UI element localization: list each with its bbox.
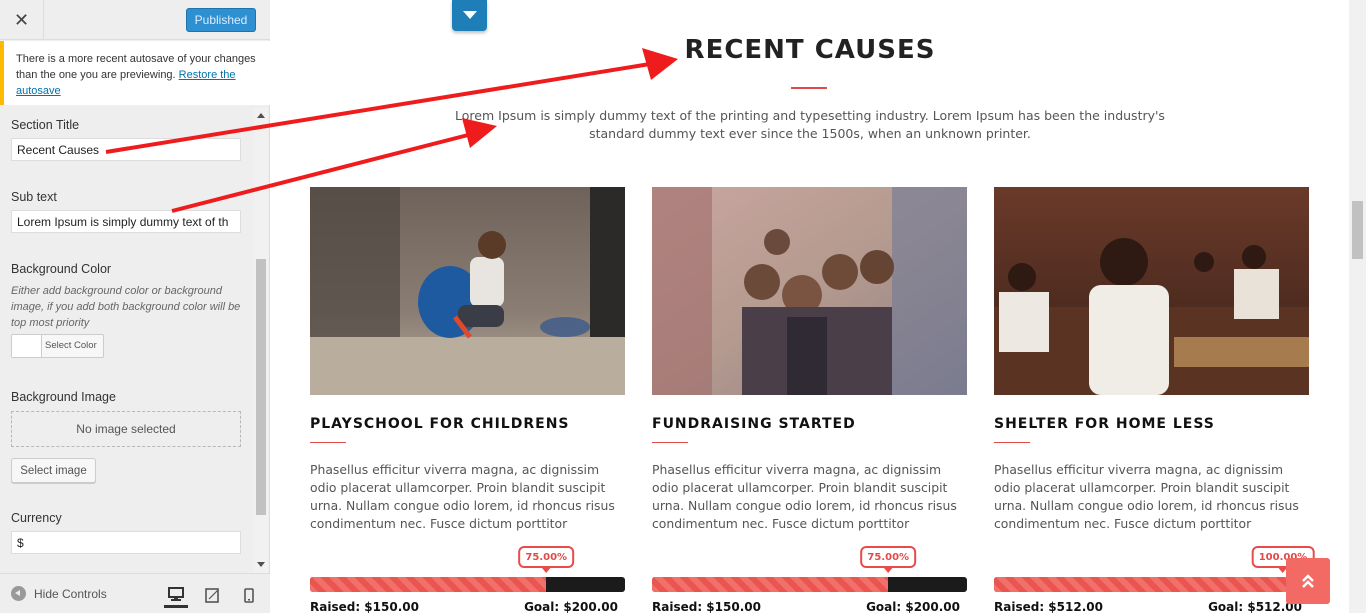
hide-controls-label: Hide Controls — [34, 586, 107, 601]
sidebar-footer: Hide Controls — [0, 573, 270, 613]
progress-bar-fill — [310, 577, 547, 592]
progress-percent-badge: 75.00% — [518, 546, 575, 573]
title-divider — [791, 87, 827, 89]
section-title: RECENT CAUSES — [684, 35, 936, 65]
hide-controls-button[interactable]: Hide Controls — [11, 586, 107, 601]
goal-amount: Goal: $200.00 — [524, 600, 618, 613]
group-of-children-photo — [652, 187, 967, 395]
desktop-icon — [168, 586, 184, 601]
cause-title[interactable]: PLAYSCHOOL FOR CHILDRENS — [310, 416, 570, 432]
goal-amount: Goal: $200.00 — [866, 600, 960, 613]
scroll-to-top-button[interactable] — [1286, 558, 1330, 604]
publish-button[interactable]: Published — [186, 8, 256, 32]
section-controls: Section Title Recent Causes Sub text Lor… — [0, 108, 254, 573]
section-subtext: Lorem Ipsum is simply dummy text of the … — [455, 108, 1165, 141]
sub-text-label: Sub text — [11, 190, 57, 204]
cause-title-divider — [994, 442, 1030, 443]
cause-description: Phasellus efficitur viverra magna, ac di… — [652, 462, 957, 531]
progress-bar-fill — [652, 577, 889, 592]
section-edit-toggle[interactable] — [452, 0, 487, 31]
sidebar-scrollbar[interactable] — [254, 108, 268, 573]
cause-card: PLAYSCHOOL FOR CHILDRENS Phasellus effic… — [310, 187, 625, 613]
page-scrollbar[interactable] — [1349, 0, 1366, 613]
cause-description: Phasellus efficitur viverra magna, ac di… — [994, 462, 1299, 531]
scroll-up-icon[interactable] — [257, 113, 265, 118]
section-title-input[interactable]: Recent Causes — [11, 138, 241, 161]
double-chevron-up-icon — [1302, 574, 1314, 588]
select-image-button[interactable]: Select image — [11, 458, 96, 483]
close-icon: ✕ — [13, 9, 30, 31]
scroll-down-icon[interactable] — [257, 562, 265, 567]
progress-bar — [310, 577, 625, 592]
select-color-label: Select Color — [45, 340, 97, 351]
cause-title-divider — [310, 442, 346, 443]
cause-image[interactable] — [652, 187, 967, 395]
cause-title[interactable]: SHELTER FOR HOME LESS — [994, 416, 1215, 432]
sub-text-input[interactable]: Lorem Ipsum is simply dummy text of th — [11, 210, 241, 233]
progress-bar-fill — [994, 577, 1309, 592]
cause-card: FUNDRAISING STARTED Phasellus efficitur … — [652, 187, 967, 613]
color-swatch — [12, 335, 42, 357]
close-customizer-button[interactable]: ✕ — [0, 0, 44, 40]
tablet-icon — [205, 587, 219, 603]
sidebar-scroll-thumb[interactable] — [256, 259, 266, 515]
chevron-down-icon — [462, 11, 477, 19]
child-sitting-photo — [310, 187, 625, 395]
raised-amount: Raised: $150.00 — [652, 600, 761, 613]
select-color-button[interactable]: Select Color — [11, 334, 104, 358]
mobile-preview-button[interactable] — [237, 582, 261, 608]
currency-label: Currency — [11, 511, 62, 525]
background-color-description: Either add background color or backgroun… — [11, 285, 241, 329]
cause-title[interactable]: FUNDRAISING STARTED — [652, 416, 856, 432]
progress-percent-badge: 75.00% — [860, 546, 917, 573]
raised-amount: Raised: $512.00 — [994, 600, 1103, 613]
classroom-photo — [994, 187, 1309, 395]
site-preview: RECENT CAUSES Lorem Ipsum is simply dumm… — [271, 0, 1349, 613]
cause-description: Phasellus efficitur viverra magna, ac di… — [310, 462, 615, 531]
background-image-label: Background Image — [11, 390, 116, 404]
page-scroll-thumb[interactable] — [1352, 201, 1363, 259]
background-color-label: Background Color — [11, 262, 112, 276]
cause-image[interactable] — [994, 187, 1309, 395]
autosave-notice: There is a more recent autosave of your … — [0, 41, 270, 105]
raised-amount: Raised: $150.00 — [310, 600, 419, 613]
sidebar-header: ✕ Published — [0, 0, 270, 40]
desktop-preview-button[interactable] — [164, 582, 188, 608]
mobile-icon — [244, 587, 254, 603]
image-placeholder[interactable]: No image selected — [11, 411, 241, 447]
cause-title-divider — [652, 442, 688, 443]
progress-bar — [994, 577, 1309, 592]
cause-card: SHELTER FOR HOME LESS Phasellus efficitu… — [994, 187, 1315, 613]
currency-input[interactable]: $ — [11, 531, 241, 554]
section-title-label: Section Title — [11, 118, 80, 132]
cause-image[interactable] — [310, 187, 625, 395]
progress-bar — [652, 577, 967, 592]
collapse-arrow-icon — [11, 586, 26, 601]
customizer-sidebar: ✕ Published There is a more recent autos… — [0, 0, 270, 613]
tablet-preview-button[interactable] — [200, 582, 224, 608]
